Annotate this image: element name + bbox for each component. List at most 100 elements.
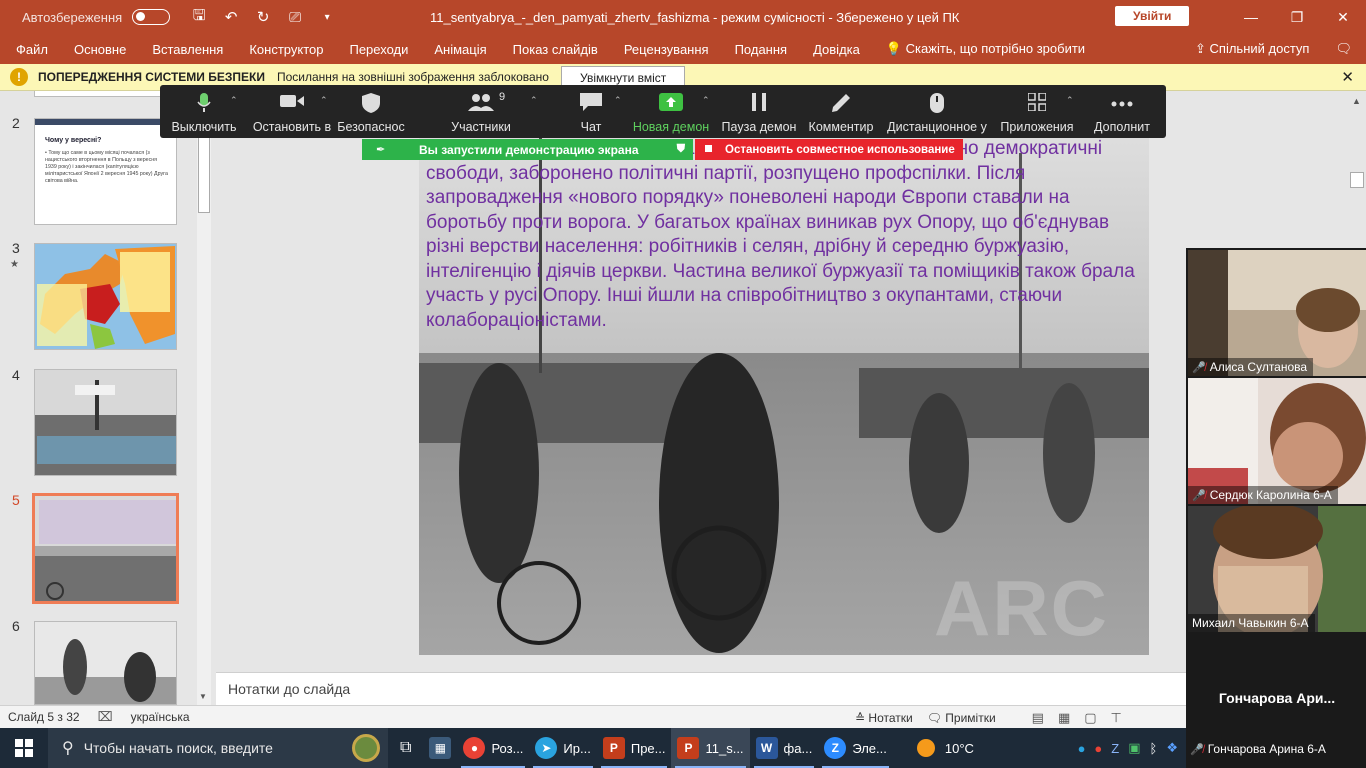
chat-button[interactable]: ⌃ Чат bbox=[556, 85, 626, 138]
present-from-start-icon[interactable]: ⎚ bbox=[284, 9, 306, 26]
tab-insert[interactable]: Вставлення bbox=[139, 42, 236, 57]
chevron-up-icon[interactable]: ⌃ bbox=[320, 95, 328, 106]
video-tile[interactable]: 🎤̸ Алиса Султанова bbox=[1188, 250, 1366, 376]
comments-label: Примітки bbox=[945, 710, 996, 725]
tab-design[interactable]: Конструктор bbox=[236, 42, 336, 57]
taskbar-app-powerpoint-1[interactable]: P Пре... bbox=[597, 728, 672, 768]
search-icon: ⚲ bbox=[62, 740, 74, 757]
language-label[interactable]: українська bbox=[131, 710, 190, 724]
mute-button[interactable]: ⌃ Выключить bbox=[160, 85, 248, 138]
taskbar-app-zoom[interactable]: Z Эле... bbox=[818, 728, 893, 768]
tab-review[interactable]: Рецензування bbox=[611, 42, 722, 57]
scroll-down-icon[interactable]: ▼ bbox=[199, 692, 207, 701]
security-button[interactable]: Безопаснос bbox=[336, 85, 406, 138]
share-button[interactable]: ⇪ Спільний доступ bbox=[1195, 41, 1309, 57]
taskbar-app-label: фа... bbox=[783, 740, 813, 756]
right-scroll-up-icon[interactable]: ▲ bbox=[1352, 96, 1361, 106]
spellcheck-icon[interactable]: ⌧ bbox=[98, 709, 113, 725]
slide-thumbnail-pane: 2 Чому у вересні? • Тому що саме в цьому… bbox=[0, 91, 214, 705]
thumbnail-slide-6[interactable] bbox=[34, 621, 177, 705]
tray-app-icon[interactable]: ❖ bbox=[1166, 740, 1178, 756]
skype-tray-icon[interactable]: ● bbox=[1094, 741, 1102, 756]
quick-access-customize-icon[interactable]: ▾ bbox=[316, 12, 338, 23]
telegram-tray-icon[interactable]: ● bbox=[1078, 741, 1086, 756]
signin-button[interactable]: Увійти bbox=[1115, 6, 1190, 26]
chevron-up-icon[interactable]: ⌃ bbox=[614, 95, 622, 106]
thumbnail-slide-2[interactable]: Чому у вересні? • Тому що саме в цьому м… bbox=[34, 118, 177, 225]
comments-button[interactable]: 🗨 Примітки bbox=[927, 711, 996, 725]
taskbar-app-telegram[interactable]: ➤ Ир... bbox=[529, 728, 596, 768]
zoom-tray-icon[interactable]: Z bbox=[1111, 741, 1119, 756]
slide-number: 2 bbox=[12, 115, 20, 131]
share-screen-icon bbox=[659, 93, 683, 111]
close-warning-icon[interactable]: ✕ bbox=[1341, 68, 1354, 86]
taskbar-search[interactable]: ⚲ Чтобы начать поиск, введите bbox=[48, 728, 388, 768]
more-button[interactable]: Дополнит bbox=[1080, 85, 1164, 138]
tab-view[interactable]: Подання bbox=[722, 42, 801, 57]
sync-tray-icon[interactable]: ▣ bbox=[1128, 740, 1140, 756]
normal-view-icon[interactable]: ▤ bbox=[1032, 710, 1044, 726]
search-placeholder: Чтобы начать поиск, введите bbox=[83, 740, 273, 756]
chevron-up-icon[interactable]: ⌃ bbox=[1066, 95, 1074, 106]
thumbnail-slide-4[interactable] bbox=[34, 369, 177, 476]
thumbnail-slide-5[interactable] bbox=[32, 493, 179, 604]
slideshow-view-icon[interactable]: ⊤ bbox=[1111, 710, 1122, 726]
chevron-up-icon[interactable]: ⌃ bbox=[530, 95, 538, 106]
taskbar-app-label: Ир... bbox=[563, 740, 591, 756]
video-tile[interactable]: Михаил Чавыкин 6-А bbox=[1188, 506, 1366, 632]
zoom-icon: Z bbox=[824, 737, 847, 759]
thumbnail-slide-3[interactable] bbox=[34, 243, 177, 350]
notes-button[interactable]: ≙ Нотатки bbox=[855, 711, 913, 725]
annotate-button[interactable]: Комментир bbox=[802, 85, 880, 138]
current-slide[interactable]: онізму (співробітництва із загарбниками)… bbox=[419, 133, 1149, 655]
tab-animations[interactable]: Анімація bbox=[421, 42, 499, 57]
chevron-up-icon[interactable]: ⌃ bbox=[702, 95, 710, 106]
participants-icon bbox=[468, 94, 494, 111]
save-icon[interactable]: 🖫 bbox=[188, 5, 210, 30]
zoom-item-label: Дополнит bbox=[1094, 120, 1150, 134]
tab-transitions[interactable]: Переходи bbox=[336, 42, 421, 57]
participants-button[interactable]: 9 ⌃ Участники bbox=[406, 85, 556, 138]
share-label: Спільний доступ bbox=[1209, 41, 1310, 56]
weather-widget[interactable]: 10°C bbox=[911, 728, 980, 768]
chevron-up-icon[interactable]: ⌃ bbox=[230, 95, 238, 106]
autosave-toggle[interactable] bbox=[132, 9, 171, 25]
zoom-item-label: Комментир bbox=[808, 120, 874, 134]
bluetooth-icon[interactable]: ᛒ bbox=[1150, 741, 1158, 756]
tab-home[interactable]: Основне bbox=[61, 42, 139, 57]
pin-icon[interactable]: ✒ bbox=[376, 143, 385, 156]
tab-file[interactable]: Файл bbox=[0, 42, 61, 57]
new-share-button[interactable]: ⌃ Новая демон bbox=[626, 85, 716, 138]
tab-help[interactable]: Довідка bbox=[800, 42, 873, 57]
undo-icon[interactable]: ↶ bbox=[220, 8, 242, 26]
apps-button[interactable]: ⌃ Приложения bbox=[994, 85, 1080, 138]
thumbnail-slide-1[interactable] bbox=[34, 91, 177, 97]
pause-share-button[interactable]: Пауза демон bbox=[716, 85, 802, 138]
slide-sorter-icon[interactable]: ▦ bbox=[1058, 710, 1070, 726]
calculator-icon[interactable]: ▦ bbox=[423, 728, 457, 768]
stop-share-button[interactable]: Остановить совместное использование bbox=[695, 139, 963, 160]
taskbar-app-word[interactable]: Wфа... bbox=[750, 728, 819, 768]
close-icon[interactable]: ✕ bbox=[1320, 0, 1366, 34]
reading-view-icon[interactable]: ▢ bbox=[1084, 710, 1096, 726]
participant-name-placeholder: Гончарова Ари... bbox=[1218, 690, 1336, 706]
restore-icon[interactable]: ❐ bbox=[1274, 0, 1320, 34]
comments-icon[interactable]: 🗨 bbox=[1335, 41, 1352, 57]
start-button[interactable] bbox=[0, 728, 48, 768]
remote-control-button[interactable]: Дистанционное у bbox=[880, 85, 994, 138]
right-scroll-thumb[interactable] bbox=[1350, 172, 1364, 188]
stop-video-button[interactable]: ⌃ Остановить в bbox=[248, 85, 336, 138]
participant-name: Сердюк Каролина 6-А bbox=[1209, 488, 1332, 502]
system-tray: ● ● Z ▣ ᛒ ❖ bbox=[1078, 728, 1178, 768]
taskbar-app-powerpoint-2[interactable]: P 11_s... bbox=[671, 728, 750, 768]
tell-me-box[interactable]: 💡 Скажіть, що потрібно зробити bbox=[873, 41, 1098, 57]
zoom-item-label: Пауза демон bbox=[721, 120, 797, 134]
taskbar-app-chrome[interactable]: ● Роз... bbox=[457, 728, 529, 768]
minimize-icon[interactable]: — bbox=[1228, 0, 1274, 34]
task-view-icon[interactable]: ⧉ bbox=[388, 728, 423, 768]
tab-slideshow[interactable]: Показ слайдів bbox=[500, 42, 611, 57]
slide-body-text[interactable]: онізму (співробітництва із загарбниками)… bbox=[426, 137, 1146, 333]
pause-icon bbox=[752, 93, 766, 111]
video-tile[interactable]: 🎤̸ Сердюк Каролина 6-А bbox=[1188, 378, 1366, 504]
redo-icon[interactable]: ↻ bbox=[252, 8, 274, 26]
